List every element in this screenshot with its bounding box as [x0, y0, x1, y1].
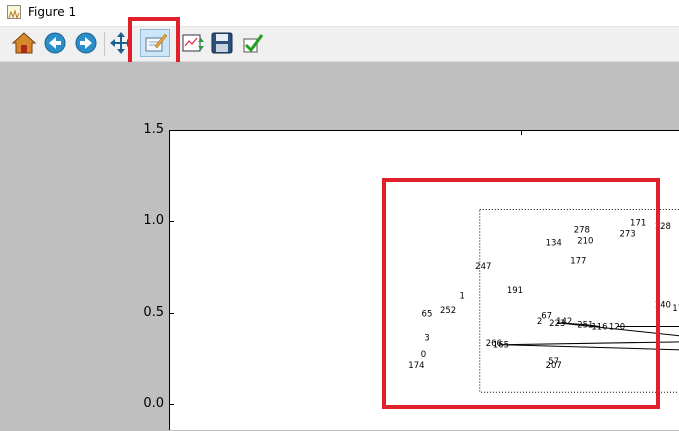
back-button[interactable] [42, 30, 68, 56]
node-label: 252 [440, 306, 456, 316]
save-floppy-icon [211, 32, 233, 54]
ytick-mark [169, 313, 174, 314]
node-label: 120 [609, 322, 625, 332]
window-title: Figure 1 [28, 5, 77, 19]
node-label: 128 [655, 222, 671, 232]
home-icon [11, 32, 37, 54]
node-label: 140 [655, 301, 671, 311]
node-label: 2 [537, 317, 542, 327]
xtick-mark [521, 130, 522, 135]
node-label: 210 [577, 237, 593, 247]
node-label: 65 [422, 310, 433, 320]
subplots-icon [182, 34, 204, 52]
forward-arrow-icon [75, 32, 97, 54]
zoom-rect-icon [145, 33, 168, 52]
node-label: 191 [507, 286, 523, 296]
node-label: 1 [459, 291, 464, 301]
home-button[interactable] [11, 30, 37, 56]
node-label: 207 [546, 361, 562, 371]
move-arrows-icon [110, 32, 132, 54]
graph-edge [500, 344, 679, 351]
node-label: 174 [408, 361, 424, 371]
node-label: 278 [574, 226, 590, 236]
forward-button[interactable] [73, 30, 99, 56]
node-label: 172 [672, 304, 679, 314]
pan-button[interactable] [108, 30, 134, 56]
node-label: 0 [421, 350, 426, 360]
node-label: 247 [475, 262, 491, 272]
checkmark-icon [243, 34, 264, 53]
edit-axes-button[interactable] [240, 30, 266, 56]
node-label: 177 [570, 257, 586, 267]
node-label: 223 [549, 319, 565, 329]
ytick-label: 1.0 [143, 213, 164, 228]
subplots-button[interactable] [179, 30, 205, 56]
ytick-label: 1.5 [143, 122, 164, 137]
ytick-label: 0.5 [143, 305, 164, 320]
title-bar: Figure 1 [0, 0, 679, 27]
back-arrow-icon [44, 32, 66, 54]
zoom-button[interactable] [140, 29, 170, 57]
node-label: 3 [424, 333, 429, 343]
node-label: 116 [591, 322, 607, 332]
matplotlib-figure-icon [7, 5, 21, 20]
node-label: 134 [546, 238, 562, 248]
node-label: 273 [619, 229, 635, 239]
save-button[interactable] [209, 30, 235, 56]
node-label: 171 [630, 218, 646, 228]
ytick-mark [169, 404, 174, 405]
ytick-mark [169, 221, 174, 222]
plot-axes[interactable]: 1436021312416617112896635127827321013417… [169, 130, 679, 430]
scatter-plot: 1436021312416617112896635127827321013417… [408, 209, 679, 393]
graph-edge [500, 341, 679, 346]
navigation-toolbar [0, 27, 679, 62]
node-label: 165 [493, 341, 509, 351]
toolbar-separator [104, 32, 105, 56]
ytick-label: 0.0 [143, 396, 164, 411]
